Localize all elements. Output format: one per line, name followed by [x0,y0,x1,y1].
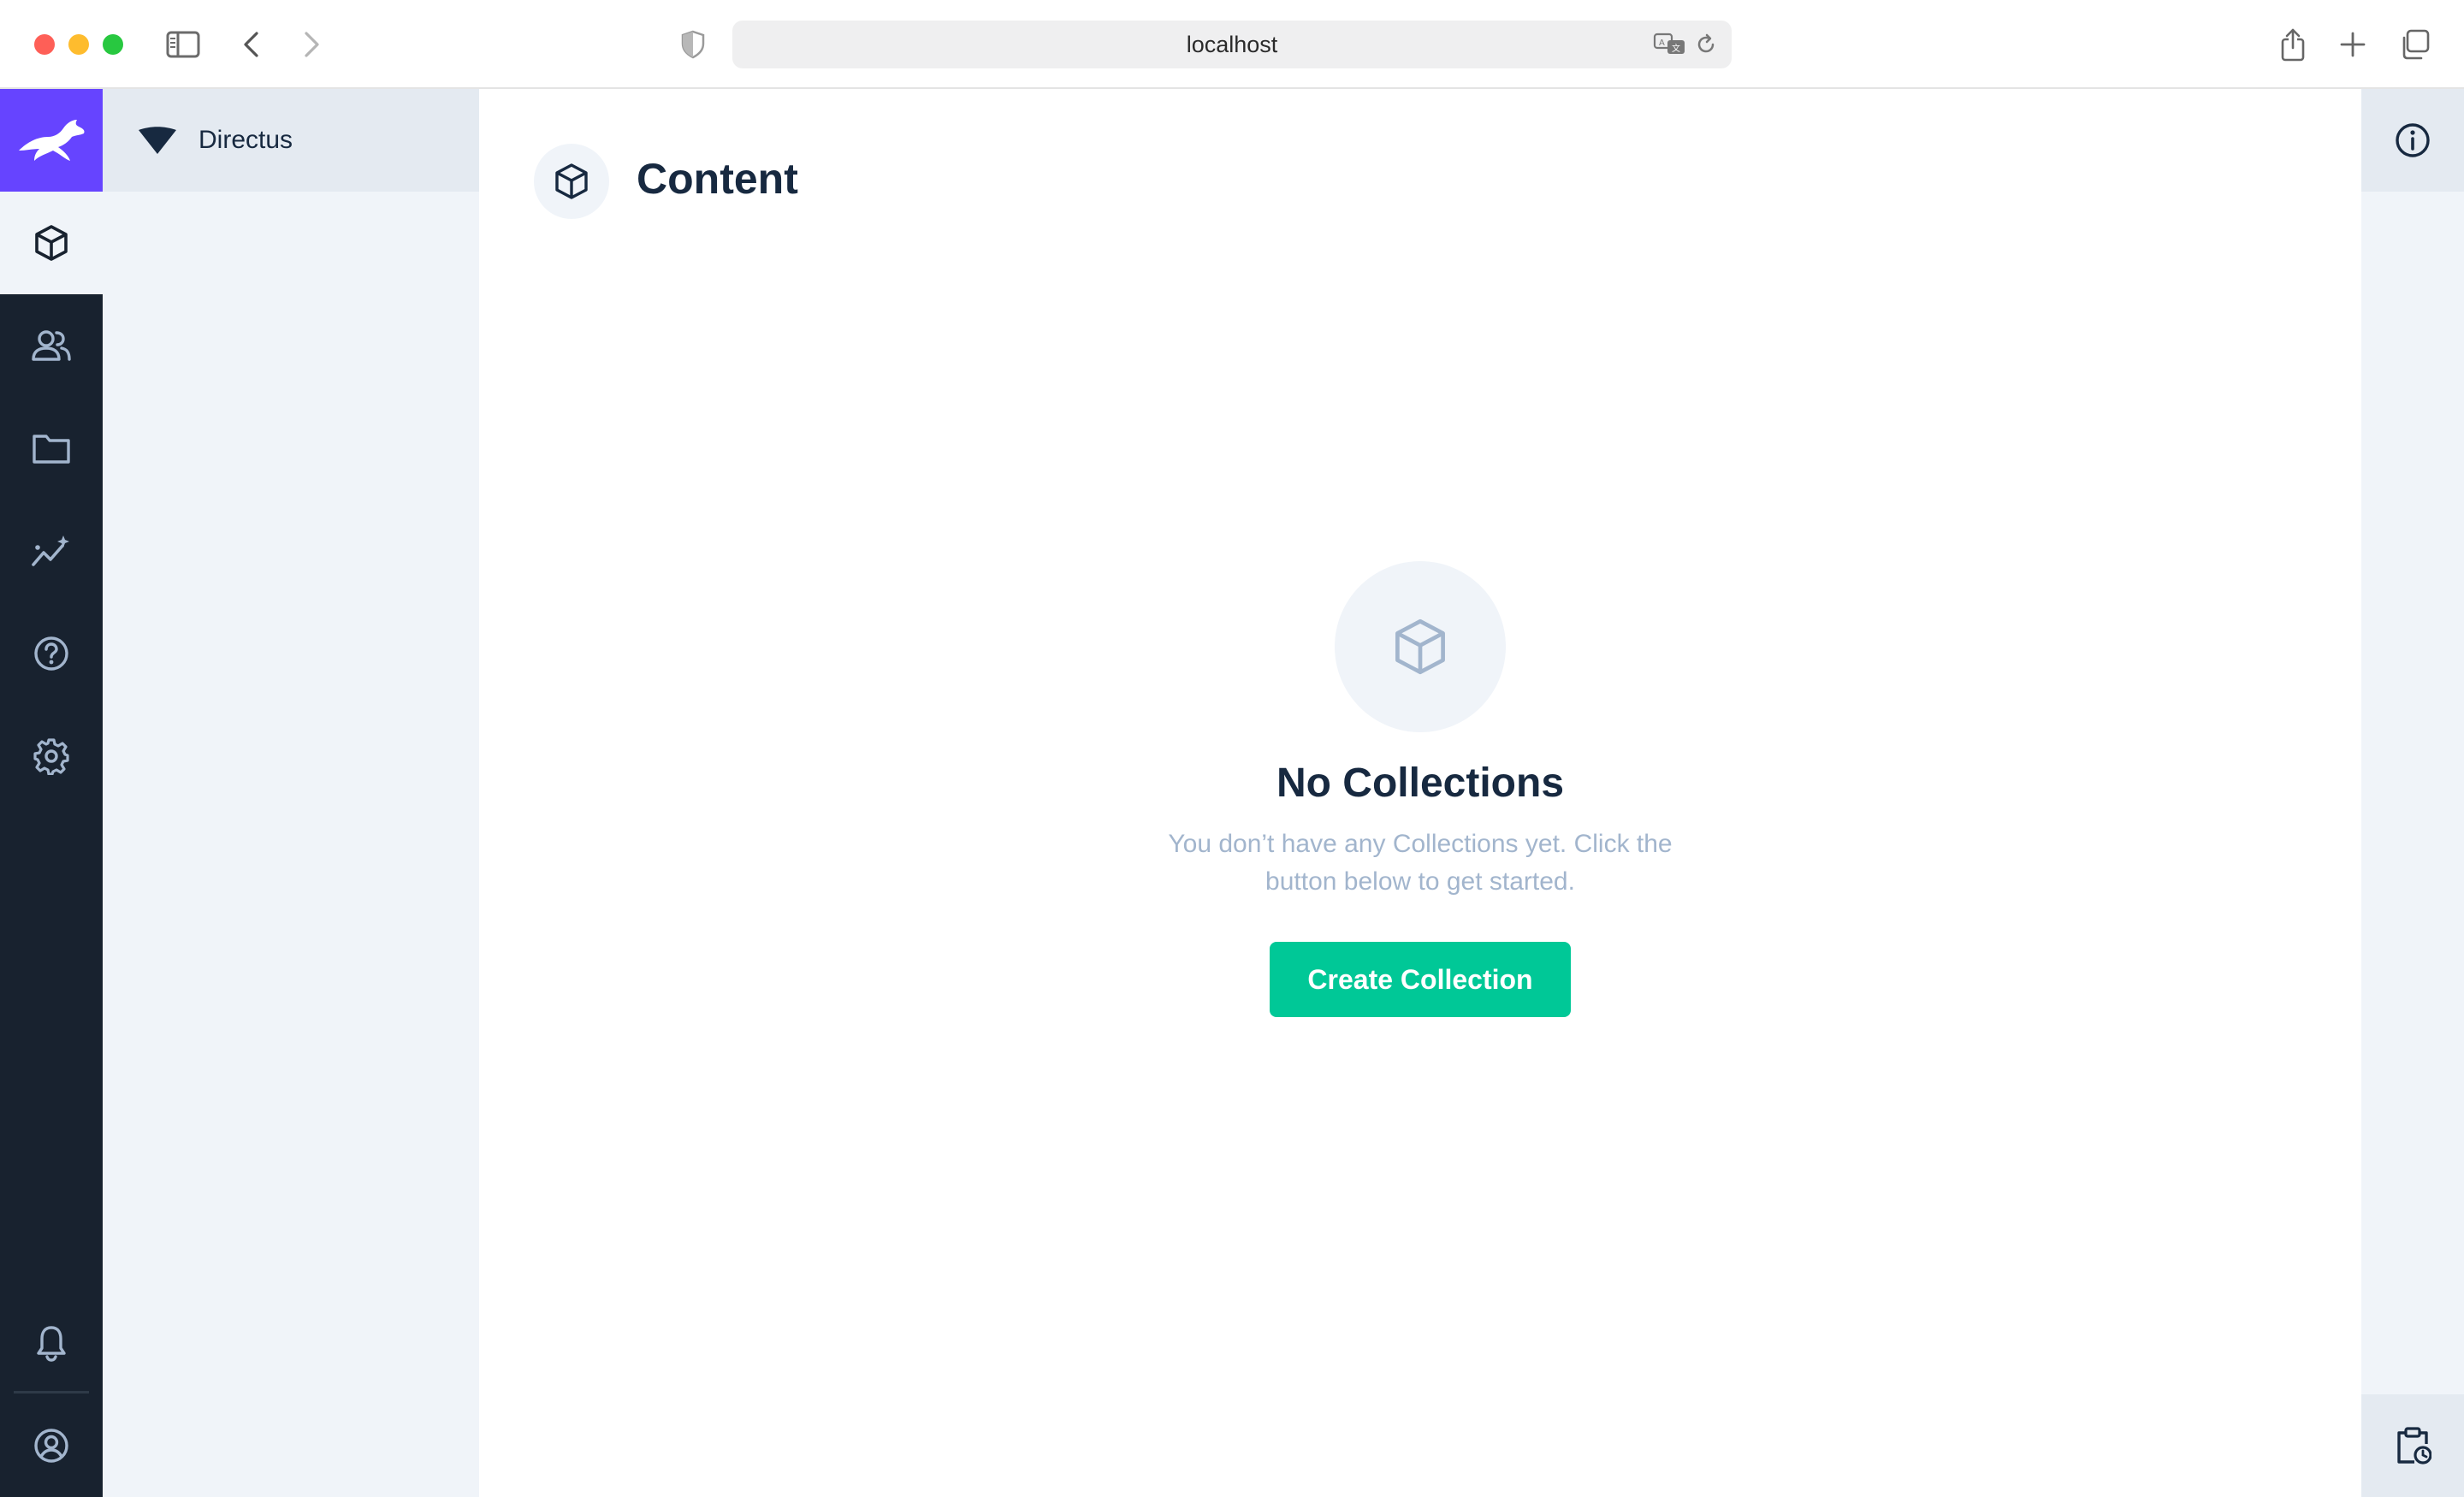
main-content: Content No Collections You don’t have an… [479,89,2361,1497]
gear-icon [33,738,69,775]
module-documentation[interactable] [0,602,103,705]
reload-icon[interactable] [1694,29,1718,60]
sidebar-toggle-icon[interactable] [161,22,205,67]
empty-state-icon [1335,561,1506,732]
bell-icon [37,1326,66,1362]
share-icon[interactable] [2271,22,2315,67]
module-file-library[interactable] [0,397,103,500]
notifications-button[interactable] [0,1292,103,1394]
insights-icon [32,535,69,566]
directus-project-icon [139,127,176,154]
module-divider [14,1391,89,1393]
user-account-button[interactable] [0,1394,103,1497]
directus-logo[interactable] [0,89,103,192]
empty-state-description: You don’t have any Collections yet. Clic… [1168,830,1673,896]
module-content[interactable] [0,192,103,294]
people-icon [32,330,71,361]
module-user-directory[interactable] [0,294,103,397]
info-icon [2396,123,2430,157]
help-icon [34,636,68,671]
user-circle-icon [34,1429,68,1463]
rabbit-logo-icon [19,120,85,161]
page-title: Content [637,155,798,203]
project-name: Directus [198,126,293,154]
box-icon [1395,618,1445,675]
sidebar-info-button[interactable] [2361,89,2464,192]
privacy-shield-icon[interactable] [671,22,715,67]
box-icon [35,225,68,261]
translate-icon[interactable]: A文 [1653,29,1687,60]
window-zoom-button[interactable] [103,34,123,55]
clipboard-clock-icon [2397,1427,2431,1464]
sidebar [2361,89,2464,1497]
project-logo [137,120,178,161]
module-bar [0,89,103,1497]
svg-text:A: A [1659,38,1665,48]
navigation-pane: Directus [103,89,479,1497]
create-collection-button[interactable]: Create Collection [1270,942,1571,1017]
activity-log-button[interactable] [2361,1394,2464,1497]
folder-icon [33,435,70,464]
box-icon [555,163,588,199]
window-close-button[interactable] [34,34,55,55]
back-icon[interactable] [229,22,274,67]
empty-state: No Collections You don’t have any Collec… [479,561,2361,1017]
address-text: localhost [1186,31,1278,57]
new-tab-icon[interactable] [2331,22,2375,67]
module-insights[interactable] [0,500,103,602]
address-bar[interactable]: localhost A文 [732,21,1732,68]
empty-state-title: No Collections [1276,760,1565,806]
header-icon [534,144,609,219]
project-header[interactable]: Directus [103,89,479,192]
svg-text:文: 文 [1672,43,1680,54]
window-minimize-button[interactable] [68,34,89,55]
forward-icon[interactable] [289,22,334,67]
module-settings[interactable] [0,705,103,808]
browser-toolbar: localhost A文 [0,0,2464,89]
tab-overview-icon[interactable] [2392,22,2437,67]
